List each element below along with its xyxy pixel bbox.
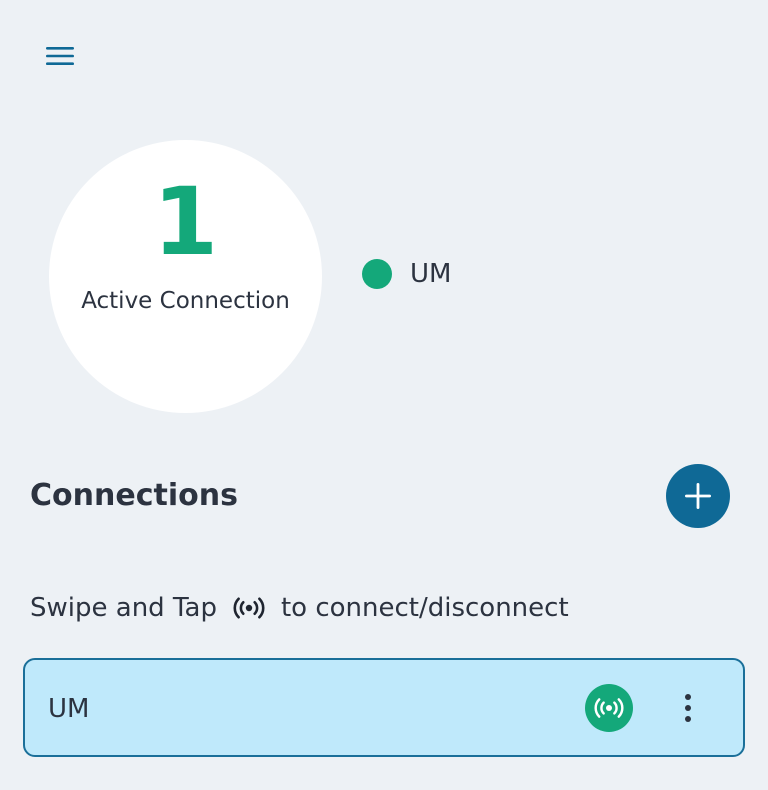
connection-legend: UM (362, 259, 451, 289)
connection-toggle-button[interactable] (585, 684, 633, 732)
active-connection-label: Active Connection (81, 288, 290, 314)
hint-text-end: to connect/disconnect (280, 593, 569, 623)
connections-heading: Connections (30, 478, 238, 513)
hamburger-menu-icon (46, 47, 74, 65)
broadcast-icon (594, 698, 624, 718)
connection-name: UM (48, 694, 90, 724)
status-dot (362, 259, 392, 289)
plus-icon (685, 483, 711, 509)
active-connections-summary: 1 Active Connection (49, 140, 322, 413)
broadcast-icon (233, 597, 265, 619)
connection-card-um[interactable]: UM (23, 658, 745, 757)
hint-text-start: Swipe and Tap (30, 593, 217, 623)
menu-button[interactable] (34, 30, 86, 82)
legend-label: UM (410, 259, 452, 289)
active-connection-count: 1 (152, 168, 219, 277)
add-connection-button[interactable] (666, 464, 730, 528)
more-vertical-icon (685, 694, 691, 722)
connection-more-button[interactable] (671, 682, 705, 734)
app-screen: 1 Active Connection UM Connections Swipe… (0, 0, 768, 790)
swipe-hint: Swipe and Tap to connect/disconnect (30, 593, 569, 623)
